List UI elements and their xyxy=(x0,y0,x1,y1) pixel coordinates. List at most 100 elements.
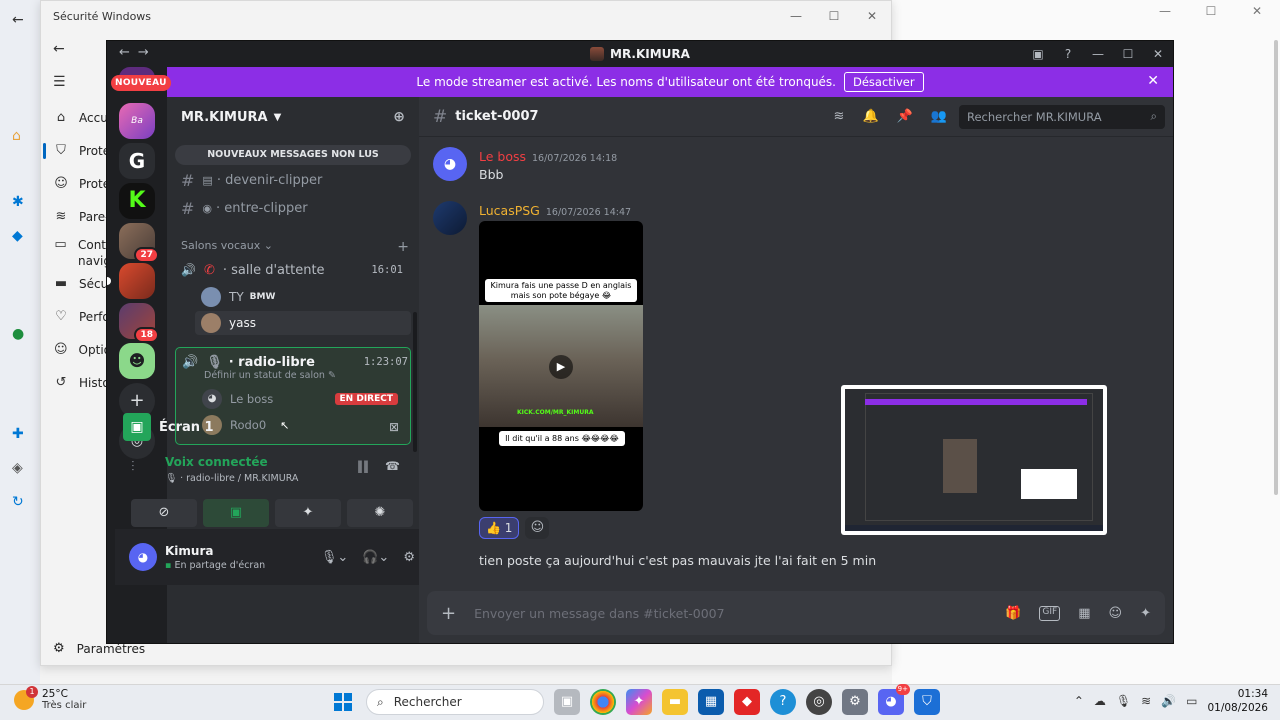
maximize-icon[interactable]: ☐ xyxy=(815,9,853,23)
bell-icon[interactable]: 🔔 xyxy=(862,109,878,124)
play-icon[interactable]: ▶ xyxy=(549,355,573,379)
gift-icon[interactable]: 🎁 xyxy=(1005,606,1021,621)
avatar[interactable]: ◕ xyxy=(129,543,157,571)
activities-button[interactable]: ✦ xyxy=(275,499,341,527)
help-icon[interactable]: ? xyxy=(1053,47,1083,61)
close-icon[interactable]: ✕ xyxy=(1234,4,1280,18)
nav-item[interactable]: ☺ Prote xyxy=(41,167,111,200)
inbox-icon[interactable]: ▣ xyxy=(1023,47,1053,61)
gear-icon[interactable]: ⚙ xyxy=(403,550,415,565)
nav-item[interactable]: ☺ Optio xyxy=(41,333,111,366)
maximize-icon[interactable]: ☐ xyxy=(1188,4,1234,18)
screen-share-preview[interactable] xyxy=(841,385,1107,535)
pin-icon[interactable]: 📌 xyxy=(897,109,913,124)
nav-item[interactable]: ♡ Perfo xyxy=(41,300,111,333)
video-attachment[interactable]: Kimura fais une passe D en anglais mais … xyxy=(479,221,643,511)
soundboard-icon[interactable]: ‖‖ xyxy=(357,459,369,473)
voice-user[interactable]: yass xyxy=(195,311,411,335)
threads-icon[interactable]: ≋ xyxy=(834,109,845,124)
mic-icon[interactable]: 🎙 xyxy=(1116,694,1131,708)
discord-icon[interactable]: ◕ 9+ xyxy=(878,684,910,715)
file-explorer-icon[interactable]: ▬ xyxy=(662,689,688,715)
new-messages-bar[interactable]: NOUVEAUX MESSAGES NON LUS xyxy=(175,145,411,165)
scrollbar[interactable] xyxy=(1274,40,1278,495)
avatar[interactable] xyxy=(433,201,467,235)
message-author[interactable]: LucasPSG 16/07/2026 14:47 xyxy=(479,203,631,218)
server-icon[interactable]: 18 xyxy=(119,303,159,343)
nav-item[interactable]: ▬ Sécu xyxy=(41,267,111,300)
chevron-up-icon[interactable]: ⌃ xyxy=(1074,694,1084,708)
taskbar-search[interactable]: ⌕ Rechercher xyxy=(366,689,544,715)
channel-item[interactable]: # ◉ · entre-clipper xyxy=(175,195,411,221)
deactivate-button[interactable]: Désactiver xyxy=(844,72,924,92)
back-arrow-icon[interactable]: ← xyxy=(53,41,65,57)
nav-item[interactable]: ⌂ Accu xyxy=(41,101,111,134)
minimize-icon[interactable]: — xyxy=(1083,47,1113,61)
server-icon[interactable]: ☻ xyxy=(119,343,155,379)
kick-server-icon[interactable]: K xyxy=(119,183,155,219)
reaction-thumbs-up[interactable]: 👍 1 xyxy=(479,517,520,539)
close-icon[interactable]: ✕ xyxy=(853,9,891,23)
close-icon[interactable]: ✕ xyxy=(1143,47,1173,61)
app-red-icon[interactable]: ◆ xyxy=(734,689,760,715)
task-view-icon[interactable]: ▣ xyxy=(554,689,580,715)
add-channel-icon[interactable]: + xyxy=(397,239,409,255)
channel-item[interactable]: # ▤ · devenir-clipper xyxy=(175,167,411,193)
settings-gear-icon[interactable]: ⚙ xyxy=(842,689,868,715)
nav-item[interactable]: ↺ Histo xyxy=(41,366,111,399)
voice-channel[interactable]: 🔊 ✆ · salle d'attente 16:01 xyxy=(175,257,411,283)
menu-icon[interactable]: ☰ xyxy=(53,74,66,90)
message-author[interactable]: Le boss 16/07/2026 14:18 xyxy=(479,149,617,164)
emoji-icon[interactable]: ☺ xyxy=(1109,606,1123,621)
disconnect-icon[interactable]: ☎ xyxy=(385,459,400,473)
channel-status[interactable]: Définir un statut de salon ✎ xyxy=(204,370,336,381)
discord-avatar-icon[interactable]: ◕ xyxy=(433,147,467,181)
add-reaction-icon[interactable]: ☺ xyxy=(525,517,550,539)
server-icon[interactable]: G xyxy=(119,143,155,179)
volume-icon[interactable]: 🔊 xyxy=(1161,694,1176,708)
battery-icon[interactable]: ▭ xyxy=(1186,694,1197,708)
apps-icon[interactable]: ✦ xyxy=(1140,606,1151,621)
voice-user[interactable]: TY BMW xyxy=(195,285,411,309)
cloud-icon[interactable]: ☁ xyxy=(1094,694,1106,708)
obs-icon[interactable]: ◎ xyxy=(806,689,832,715)
headphones-icon[interactable]: 🎧⌄ xyxy=(362,550,389,565)
gif-icon[interactable]: GIF xyxy=(1039,605,1061,621)
weather-widget[interactable]: 1 25°C Très clair xyxy=(14,685,86,711)
chrome-icon[interactable] xyxy=(590,689,616,715)
message-composer[interactable]: + Envoyer un message dans #ticket-0007 🎁… xyxy=(427,591,1165,635)
nav-item[interactable]: ▭ Contr navig xyxy=(41,233,111,268)
camera-off-button[interactable]: ⊘ xyxy=(131,499,197,527)
clock[interactable]: 01:34 01/08/2026 xyxy=(1207,687,1268,715)
search-input[interactable]: Rechercher MR.KIMURA ⌕ xyxy=(959,104,1165,129)
help-icon[interactable]: ? xyxy=(770,689,796,715)
stop-share-icon[interactable]: ⊠ xyxy=(389,420,399,434)
store-icon[interactable]: ▦ xyxy=(698,689,724,715)
nav-arrows-icon[interactable]: ←→ xyxy=(119,45,157,60)
close-icon[interactable]: ✕ xyxy=(1147,73,1159,89)
server-icon[interactable] xyxy=(107,263,155,299)
server-header[interactable]: MR.KIMURA ▼ ⊕ xyxy=(167,97,419,137)
sticker-icon[interactable]: ▦ xyxy=(1078,606,1090,621)
screen-share-button[interactable]: ▣ xyxy=(203,499,269,527)
attach-plus-icon[interactable]: + xyxy=(441,603,456,624)
minimize-icon[interactable]: — xyxy=(1142,4,1188,18)
microphone-icon[interactable]: 🎙⌄ xyxy=(321,550,348,565)
start-button[interactable] xyxy=(330,689,356,715)
server-icon[interactable]: 27 xyxy=(119,223,159,263)
scrollbar[interactable] xyxy=(413,312,417,452)
invite-icon[interactable]: ⊕ xyxy=(393,109,405,125)
nav-item[interactable]: ⛉ Prote xyxy=(41,134,111,167)
defender-icon[interactable]: ⛉ xyxy=(914,689,940,715)
maximize-icon[interactable]: ☐ xyxy=(1113,47,1143,61)
minimize-icon[interactable]: — xyxy=(777,9,815,23)
back-arrow-icon[interactable]: ← xyxy=(12,12,24,28)
copilot-icon[interactable]: ✦ xyxy=(626,689,652,715)
wifi-icon[interactable]: ≋ xyxy=(1141,694,1151,708)
server-icon[interactable]: Ba xyxy=(119,103,155,139)
soundboard-button[interactable]: ✺ xyxy=(347,499,413,527)
voice-category[interactable]: Salons vocaux ⌄ + xyxy=(181,239,409,255)
signal-icon[interactable]: ⫶ xyxy=(131,459,135,475)
members-icon[interactable]: 👥 xyxy=(931,109,947,124)
nav-item[interactable]: ≋ Pare- xyxy=(41,200,111,233)
